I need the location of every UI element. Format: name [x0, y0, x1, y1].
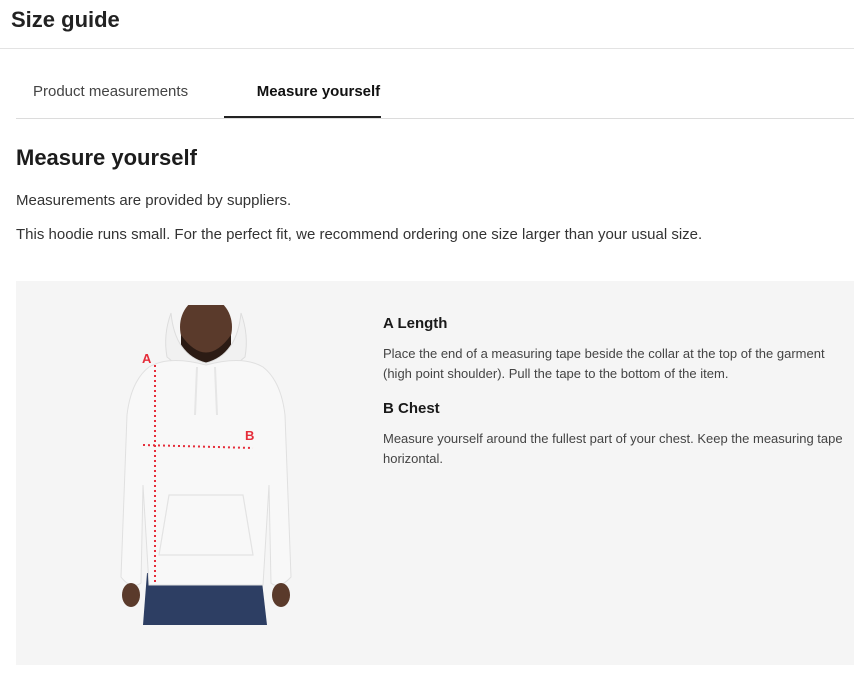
measurement-panel: A B A Length Place the end of a measurin…	[16, 281, 854, 665]
measurement-description: Measure yourself around the fullest part…	[383, 431, 843, 466]
measurement-description: Place the end of a measuring tape beside…	[383, 346, 825, 381]
label-b: B	[245, 428, 254, 443]
size-guide-content: Product measurements Measure yourself Me…	[0, 49, 854, 243]
page-title: Size guide	[11, 7, 120, 32]
section-heading: Measure yourself	[16, 145, 197, 170]
measurement-length: A Length Place the end of a measuring ta…	[383, 315, 853, 384]
active-tab-indicator	[224, 116, 381, 118]
hoodie-model-image: A B	[109, 305, 299, 625]
tab-bar: Product measurements Measure yourself	[16, 49, 854, 119]
measurement-details: A Length Place the end of a measuring ta…	[383, 315, 853, 469]
tab-measure-yourself[interactable]: Measure yourself	[240, 83, 397, 100]
tab-product-measurements[interactable]: Product measurements	[33, 83, 188, 100]
measurement-chest: B Chest Measure yourself around the full…	[383, 400, 853, 469]
label-a: A	[142, 351, 152, 366]
fit-note: This hoodie runs small. For the perfect …	[16, 226, 703, 243]
size-guide-header: Size guide	[0, 0, 854, 49]
measurement-title: B Chest	[383, 400, 440, 417]
measurement-title: A Length	[383, 315, 448, 332]
supplier-note: Measurements are provided by suppliers.	[16, 192, 292, 209]
